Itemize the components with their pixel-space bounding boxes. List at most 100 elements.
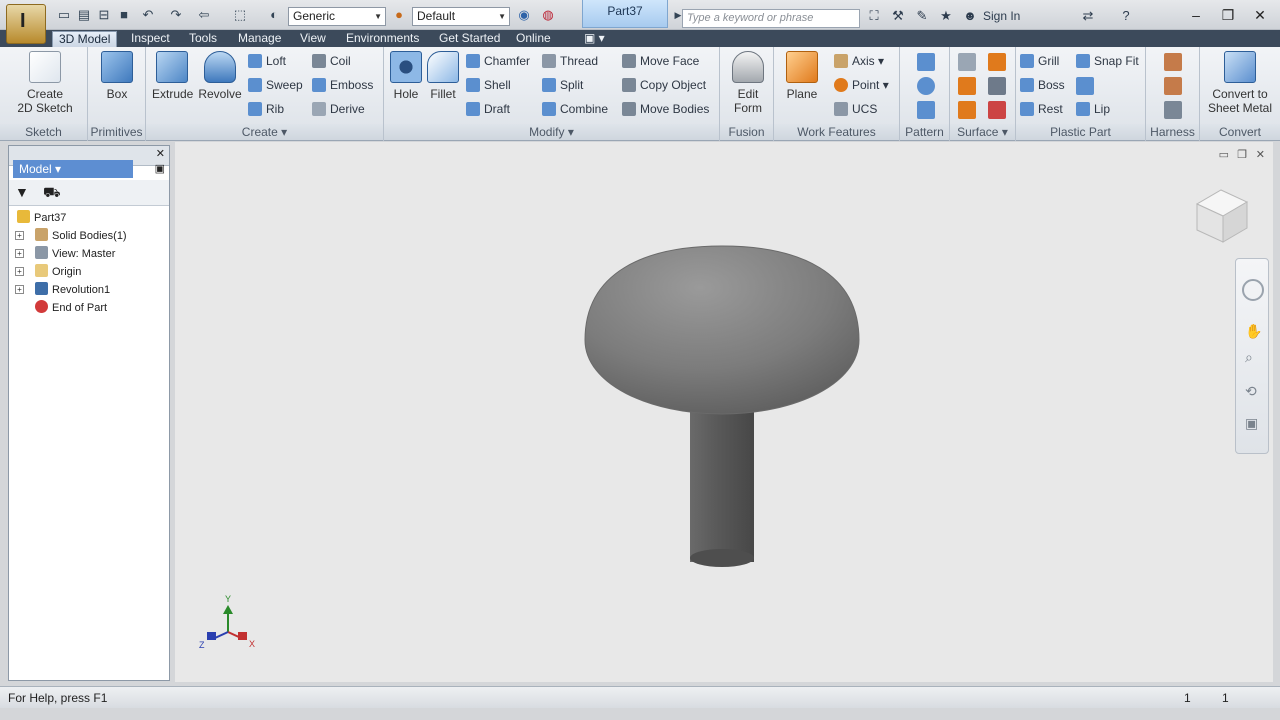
- favorites-star-icon[interactable]: ★: [938, 8, 954, 24]
- fillet-button[interactable]: Fillet: [426, 51, 460, 101]
- snap-fit-button[interactable]: Snap Fit: [1076, 51, 1139, 71]
- browser-menu-icon[interactable]: ▣: [155, 162, 165, 175]
- harness-props-icon[interactable]: [1164, 53, 1182, 71]
- patch-icon[interactable]: [958, 77, 976, 95]
- tab-manage[interactable]: Manage: [238, 31, 281, 47]
- document-tab[interactable]: Part37: [582, 0, 668, 28]
- coil-button[interactable]: Coil: [312, 51, 351, 71]
- thicken-icon[interactable]: [958, 53, 976, 71]
- draft-button[interactable]: Draft: [466, 99, 510, 119]
- create-2d-sketch-button[interactable]: Create 2D Sketch: [14, 51, 76, 115]
- tree-item-view-master[interactable]: View: Master: [35, 246, 115, 261]
- hole-button[interactable]: Hole: [388, 51, 424, 101]
- subscription-icon[interactable]: ⚒: [890, 8, 906, 24]
- panel-options-icon[interactable]: ▣ ▾: [584, 31, 605, 47]
- split-button[interactable]: Split: [542, 75, 583, 95]
- extrude-button[interactable]: Extrude: [152, 51, 193, 101]
- undo-icon[interactable]: ↶: [140, 7, 156, 23]
- mushroom-part-model[interactable]: [584, 245, 860, 567]
- tab-online[interactable]: Online: [516, 31, 551, 47]
- new-icon[interactable]: ▭: [56, 7, 72, 23]
- tree-item-origin[interactable]: Origin: [35, 264, 81, 279]
- material-combo[interactable]: Generic ▼: [288, 7, 386, 26]
- expand-icon[interactable]: +: [15, 267, 24, 276]
- harness-pin-icon[interactable]: [1164, 77, 1182, 95]
- mirror-icon[interactable]: [917, 101, 935, 119]
- point-button[interactable]: Point ▾: [834, 75, 889, 95]
- delete-face-icon[interactable]: [988, 101, 1006, 119]
- sweep-button[interactable]: Sweep: [248, 75, 303, 95]
- combine-button[interactable]: Combine: [542, 99, 608, 119]
- modify-panel-label[interactable]: Modify ▾: [384, 124, 719, 140]
- derive-button[interactable]: Derive: [312, 99, 365, 119]
- close-icon[interactable]: ✕: [156, 147, 165, 160]
- return-icon[interactable]: ⇦: [196, 7, 212, 23]
- tree-item-solid-bodies[interactable]: Solid Bodies(1): [35, 228, 127, 243]
- rule-fillet-icon[interactable]: [1076, 77, 1094, 95]
- user-icon[interactable]: ☻: [962, 8, 978, 24]
- plane-button[interactable]: Plane: [782, 51, 822, 101]
- clear-appearance-icon[interactable]: ◍: [540, 7, 556, 23]
- select-icon[interactable]: ⬚: [232, 7, 248, 23]
- expand-icon[interactable]: +: [15, 231, 24, 240]
- create-panel-label[interactable]: Create ▾: [146, 124, 383, 140]
- redo-icon[interactable]: ↷: [168, 7, 184, 23]
- tree-item-part[interactable]: Part37: [17, 210, 66, 225]
- help-icon[interactable]: ?: [1118, 8, 1134, 24]
- rectangular-pattern-icon[interactable]: [917, 53, 935, 71]
- orbit-icon[interactable]: ⟲: [1245, 383, 1257, 400]
- tab-view[interactable]: View: [300, 31, 326, 47]
- appearance-icon[interactable]: ●: [391, 7, 407, 23]
- ucs-button[interactable]: UCS: [834, 99, 877, 119]
- shell-button[interactable]: Shell: [466, 75, 511, 95]
- expand-icon[interactable]: +: [15, 249, 24, 258]
- find-binoculars-icon[interactable]: ⛟: [43, 184, 61, 203]
- tab-tools[interactable]: Tools: [189, 31, 217, 47]
- stitch-icon[interactable]: [988, 53, 1006, 71]
- chamfer-button[interactable]: Chamfer: [466, 51, 530, 71]
- emboss-button[interactable]: Emboss: [312, 75, 373, 95]
- communication-icon[interactable]: ✎: [914, 8, 930, 24]
- pan-icon[interactable]: ✋: [1245, 323, 1262, 340]
- adjust-icon[interactable]: ◉: [516, 7, 532, 23]
- minimize-icon[interactable]: –: [1186, 6, 1206, 24]
- axis-button[interactable]: Axis ▾: [834, 51, 884, 71]
- boss-button[interactable]: Boss: [1020, 75, 1065, 95]
- rest-button[interactable]: Rest: [1020, 99, 1063, 119]
- edit-form-button[interactable]: Edit Form: [728, 51, 768, 115]
- look-at-icon[interactable]: ▣: [1245, 415, 1258, 432]
- appearance-combo[interactable]: Default ▼: [412, 7, 510, 26]
- tree-item-end-of-part[interactable]: End of Part: [35, 300, 107, 315]
- surface-panel-label[interactable]: Surface ▾: [950, 124, 1015, 140]
- browser-title-dropdown[interactable]: Model ▾: [13, 160, 133, 178]
- harness-connector-icon[interactable]: [1164, 101, 1182, 119]
- lip-button[interactable]: Lip: [1076, 99, 1110, 119]
- expand-icon[interactable]: +: [15, 285, 24, 294]
- tree-item-revolution[interactable]: Revolution1: [35, 282, 110, 297]
- trim-icon[interactable]: [958, 101, 976, 119]
- zoom-icon[interactable]: ⌕: [1245, 349, 1253, 366]
- grill-button[interactable]: Grill: [1020, 51, 1059, 71]
- color-wheel-icon[interactable]: ◐: [266, 7, 282, 23]
- move-bodies-button[interactable]: Move Bodies: [622, 99, 709, 119]
- tab-inspect[interactable]: Inspect: [131, 31, 170, 47]
- tab-3d-model[interactable]: 3D Model: [52, 31, 118, 47]
- rib-button[interactable]: Rib: [248, 99, 284, 119]
- filter-icon[interactable]: ▼: [15, 184, 29, 200]
- restore-icon[interactable]: ❐: [1218, 6, 1238, 24]
- view-cube[interactable]: [1195, 189, 1249, 243]
- box-button[interactable]: Box: [98, 51, 136, 101]
- move-face-button[interactable]: Move Face: [622, 51, 699, 71]
- binoculars-icon[interactable]: ⛶: [866, 8, 882, 24]
- application-menu-button[interactable]: I: [6, 4, 46, 44]
- close-icon[interactable]: ✕: [1250, 6, 1270, 24]
- open-icon[interactable]: ▤: [76, 7, 92, 23]
- steering-wheel-icon[interactable]: [1242, 279, 1264, 301]
- graphics-window[interactable]: ▭ ❐ ✕ Y X Z ✋ ⌕ ⟲ ▣: [175, 142, 1273, 682]
- revolve-button[interactable]: Revolve: [198, 51, 242, 101]
- sign-in-link[interactable]: Sign In: [983, 9, 1020, 23]
- convert-to-sheet-metal-button[interactable]: Convert to Sheet Metal: [1202, 51, 1278, 115]
- circular-pattern-icon[interactable]: [917, 77, 935, 95]
- save-icon[interactable]: ■: [116, 7, 132, 23]
- loft-button[interactable]: Loft: [248, 51, 286, 71]
